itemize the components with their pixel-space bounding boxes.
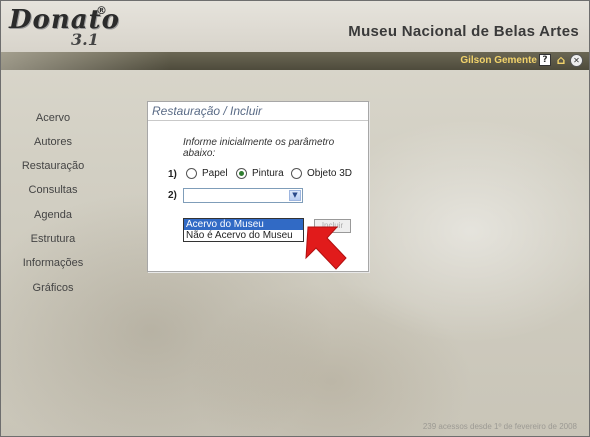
acervo-dropdown-list: Acervo do Museu Não é Acervo do Museu [183, 218, 304, 242]
site-title: Museu Nacional de Belas Artes [348, 23, 579, 40]
radio-button[interactable] [186, 168, 197, 179]
instruction-text: Informe inicialmente os parâmetro abaixo… [183, 137, 335, 159]
step-2-label: 2) [168, 190, 177, 201]
close-icon[interactable]: ✕ [570, 54, 583, 67]
chevron-down-icon[interactable]: ▼ [289, 190, 301, 201]
sidebar-item-graficos[interactable]: Gráficos [1, 282, 105, 294]
panel-title: Restauração / Incluir [152, 104, 263, 118]
radio-label: Pintura [252, 168, 284, 179]
radio-label: Objeto 3D [307, 168, 353, 179]
sidebar-item-autores[interactable]: Autores [1, 136, 105, 148]
sidebar-item-informacoes[interactable]: Informações [1, 257, 105, 269]
radio-objeto-3d[interactable]: Objeto 3D [291, 168, 352, 179]
acervo-select[interactable]: ▼ [183, 188, 303, 203]
top-bar-fade [1, 52, 171, 70]
footer-access-count: 239 acessos desde 1º de fevereiro de 200… [422, 422, 577, 431]
top-bar: Gilson Gemente ? ⌂ ✕ [1, 52, 589, 70]
radio-papel[interactable]: Papel [186, 168, 228, 179]
radio-button-checked[interactable] [236, 168, 247, 179]
sidebar-item-estrutura[interactable]: Estrutura [1, 233, 105, 245]
step-1-label: 1) [168, 169, 177, 180]
dropdown-option-nao-acervo[interactable]: Não é Acervo do Museu [184, 230, 303, 241]
sidebar-item-agenda[interactable]: Agenda [1, 209, 105, 221]
app-window: Donato ® 3.1 Museu Nacional de Belas Art… [0, 0, 590, 437]
radio-pintura[interactable]: Pintura [236, 168, 284, 179]
home-icon[interactable]: ⌂ [555, 54, 567, 66]
logo-registered-mark: ® [96, 4, 107, 17]
dropdown-option-acervo-do-museu[interactable]: Acervo do Museu [184, 219, 303, 230]
help-icon[interactable]: ? [539, 54, 551, 66]
radio-label: Papel [202, 168, 228, 179]
radio-button[interactable] [291, 168, 302, 179]
arrow-shape [305, 226, 347, 270]
user-name-link[interactable]: Gilson Gemente [460, 55, 537, 66]
sidebar-item-acervo[interactable]: Acervo [1, 112, 105, 124]
logo-version: 3.1 [71, 30, 99, 49]
red-arrow-annotation-icon [305, 226, 347, 270]
sidebar-item-consultas[interactable]: Consultas [1, 184, 105, 196]
panel-divider [148, 120, 368, 121]
sidebar-item-restauracao[interactable]: Restauração [1, 160, 105, 172]
header: Donato ® 3.1 Museu Nacional de Belas Art… [1, 1, 589, 52]
